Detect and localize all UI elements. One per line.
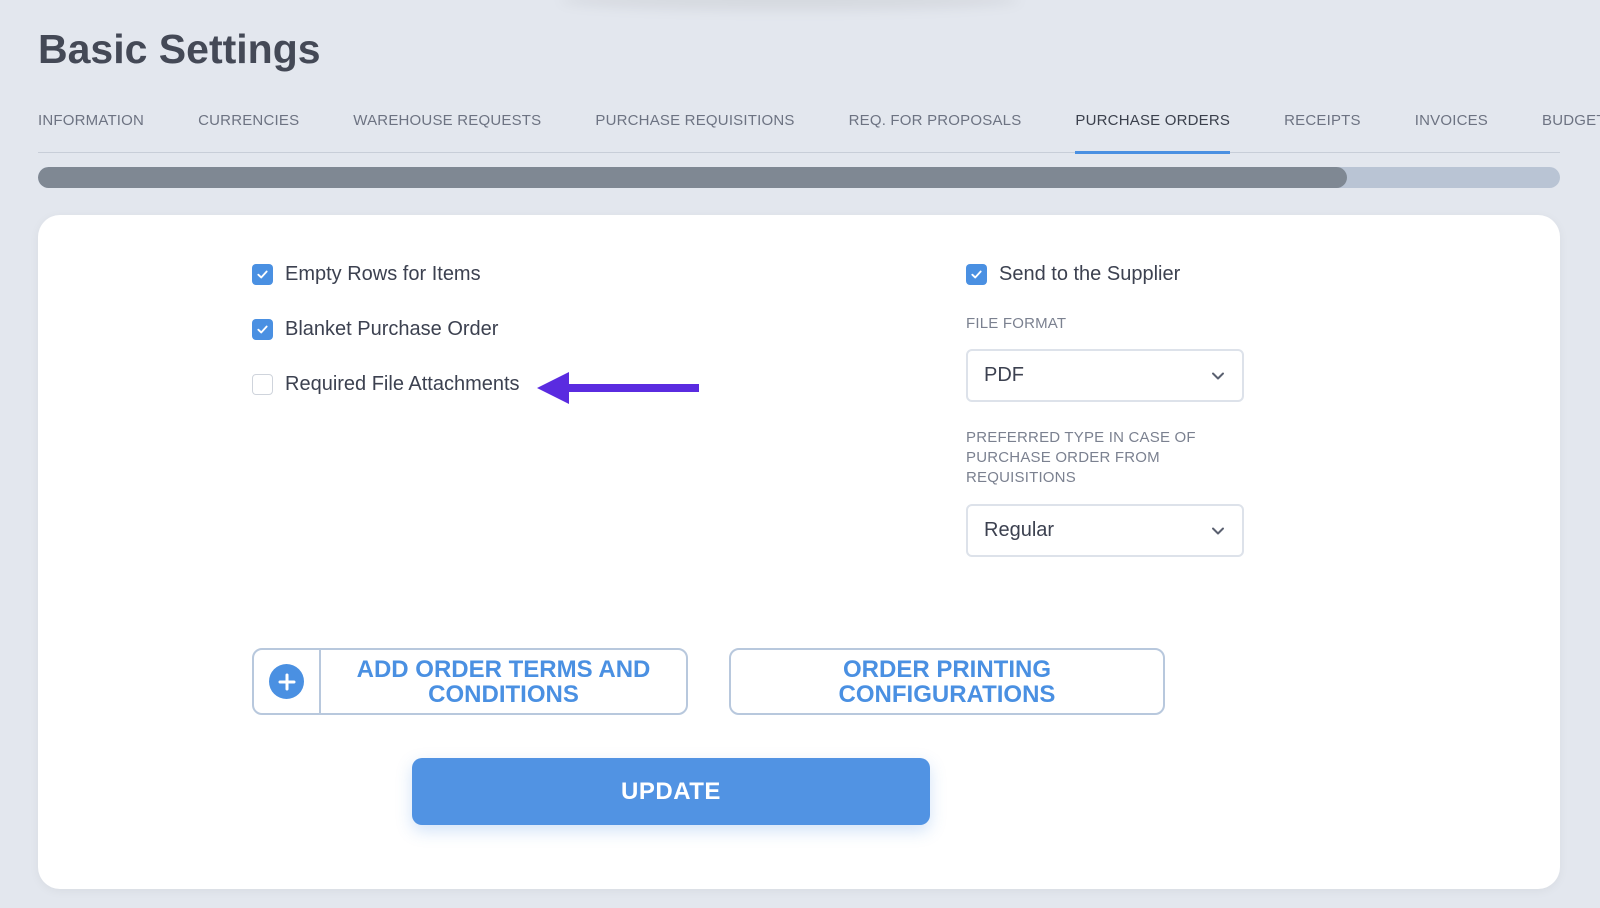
tab-purchase-orders[interactable]: PURCHASE ORDERS xyxy=(1075,96,1230,154)
checkbox-checked[interactable] xyxy=(966,264,987,285)
option-label: Send to the Supplier xyxy=(999,263,1181,285)
check-icon xyxy=(257,325,268,334)
tab-purchase-requisitions[interactable]: PURCHASE REQUISITIONS xyxy=(595,96,794,153)
tab-currencies[interactable]: CURRENCIES xyxy=(198,96,299,153)
checkbox-checked[interactable] xyxy=(252,319,273,340)
select-value: Regular xyxy=(984,519,1055,541)
order-printing-config-label: ORDER PRINTING CONFIGURATIONS xyxy=(838,655,1056,708)
add-icon-cell xyxy=(254,650,321,713)
tab-warehouse-requests[interactable]: WAREHOUSE REQUESTS xyxy=(353,96,541,153)
tabs-scrollbar-track[interactable] xyxy=(38,167,1560,188)
top-shadow xyxy=(560,0,1020,10)
check-icon xyxy=(257,270,268,279)
chevron-down-icon xyxy=(1212,527,1224,534)
file-format-label: FILE FORMAT xyxy=(966,315,1067,332)
plus-circle-icon xyxy=(269,664,304,699)
tab-invoices[interactable]: INVOICES xyxy=(1415,96,1488,153)
checkbox-checked[interactable] xyxy=(252,264,273,285)
tab-information[interactable]: INFORMATION xyxy=(38,96,144,153)
select-value: PDF xyxy=(984,364,1024,386)
settings-tabs: INFORMATION CURRENCIES WAREHOUSE REQUEST… xyxy=(38,96,1600,154)
tab-budgets[interactable]: BUDGETS xyxy=(1542,96,1600,153)
arrow-left-icon xyxy=(537,372,699,404)
tabs-scrollbar-thumb[interactable] xyxy=(38,167,1347,188)
option-send-to-supplier[interactable]: Send to the Supplier xyxy=(966,263,1180,286)
tab-req-for-proposals[interactable]: REQ. FOR PROPOSALS xyxy=(849,96,1022,153)
option-label: Empty Rows for Items xyxy=(285,263,481,285)
file-format-select[interactable]: PDF xyxy=(966,349,1244,402)
preferred-type-label: PREFERRED TYPE IN CASE OF PURCHASE ORDER… xyxy=(966,429,1196,486)
checkbox-unchecked[interactable] xyxy=(252,374,273,395)
plus-icon xyxy=(278,673,295,690)
order-printing-config-button[interactable]: ORDER PRINTING CONFIGURATIONS xyxy=(729,648,1165,715)
page-title: Basic Settings xyxy=(38,26,321,72)
option-blanket-po[interactable]: Blanket Purchase Order xyxy=(252,318,498,341)
option-label: Required File Attachments xyxy=(285,373,520,395)
update-button[interactable]: UPDATE xyxy=(412,758,930,825)
option-empty-rows[interactable]: Empty Rows for Items xyxy=(252,263,481,286)
option-label: Blanket Purchase Order xyxy=(285,318,499,340)
check-icon xyxy=(971,270,982,279)
tab-receipts[interactable]: RECEIPTS xyxy=(1284,96,1361,153)
add-order-terms-label: ADD ORDER TERMS AND CONDITIONS xyxy=(356,655,651,708)
option-required-attachments[interactable]: Required File Attachments xyxy=(252,373,520,396)
add-order-terms-button[interactable]: ADD ORDER TERMS AND CONDITIONS xyxy=(252,648,688,715)
chevron-down-icon xyxy=(1212,372,1224,379)
preferred-type-select[interactable]: Regular xyxy=(966,504,1244,557)
